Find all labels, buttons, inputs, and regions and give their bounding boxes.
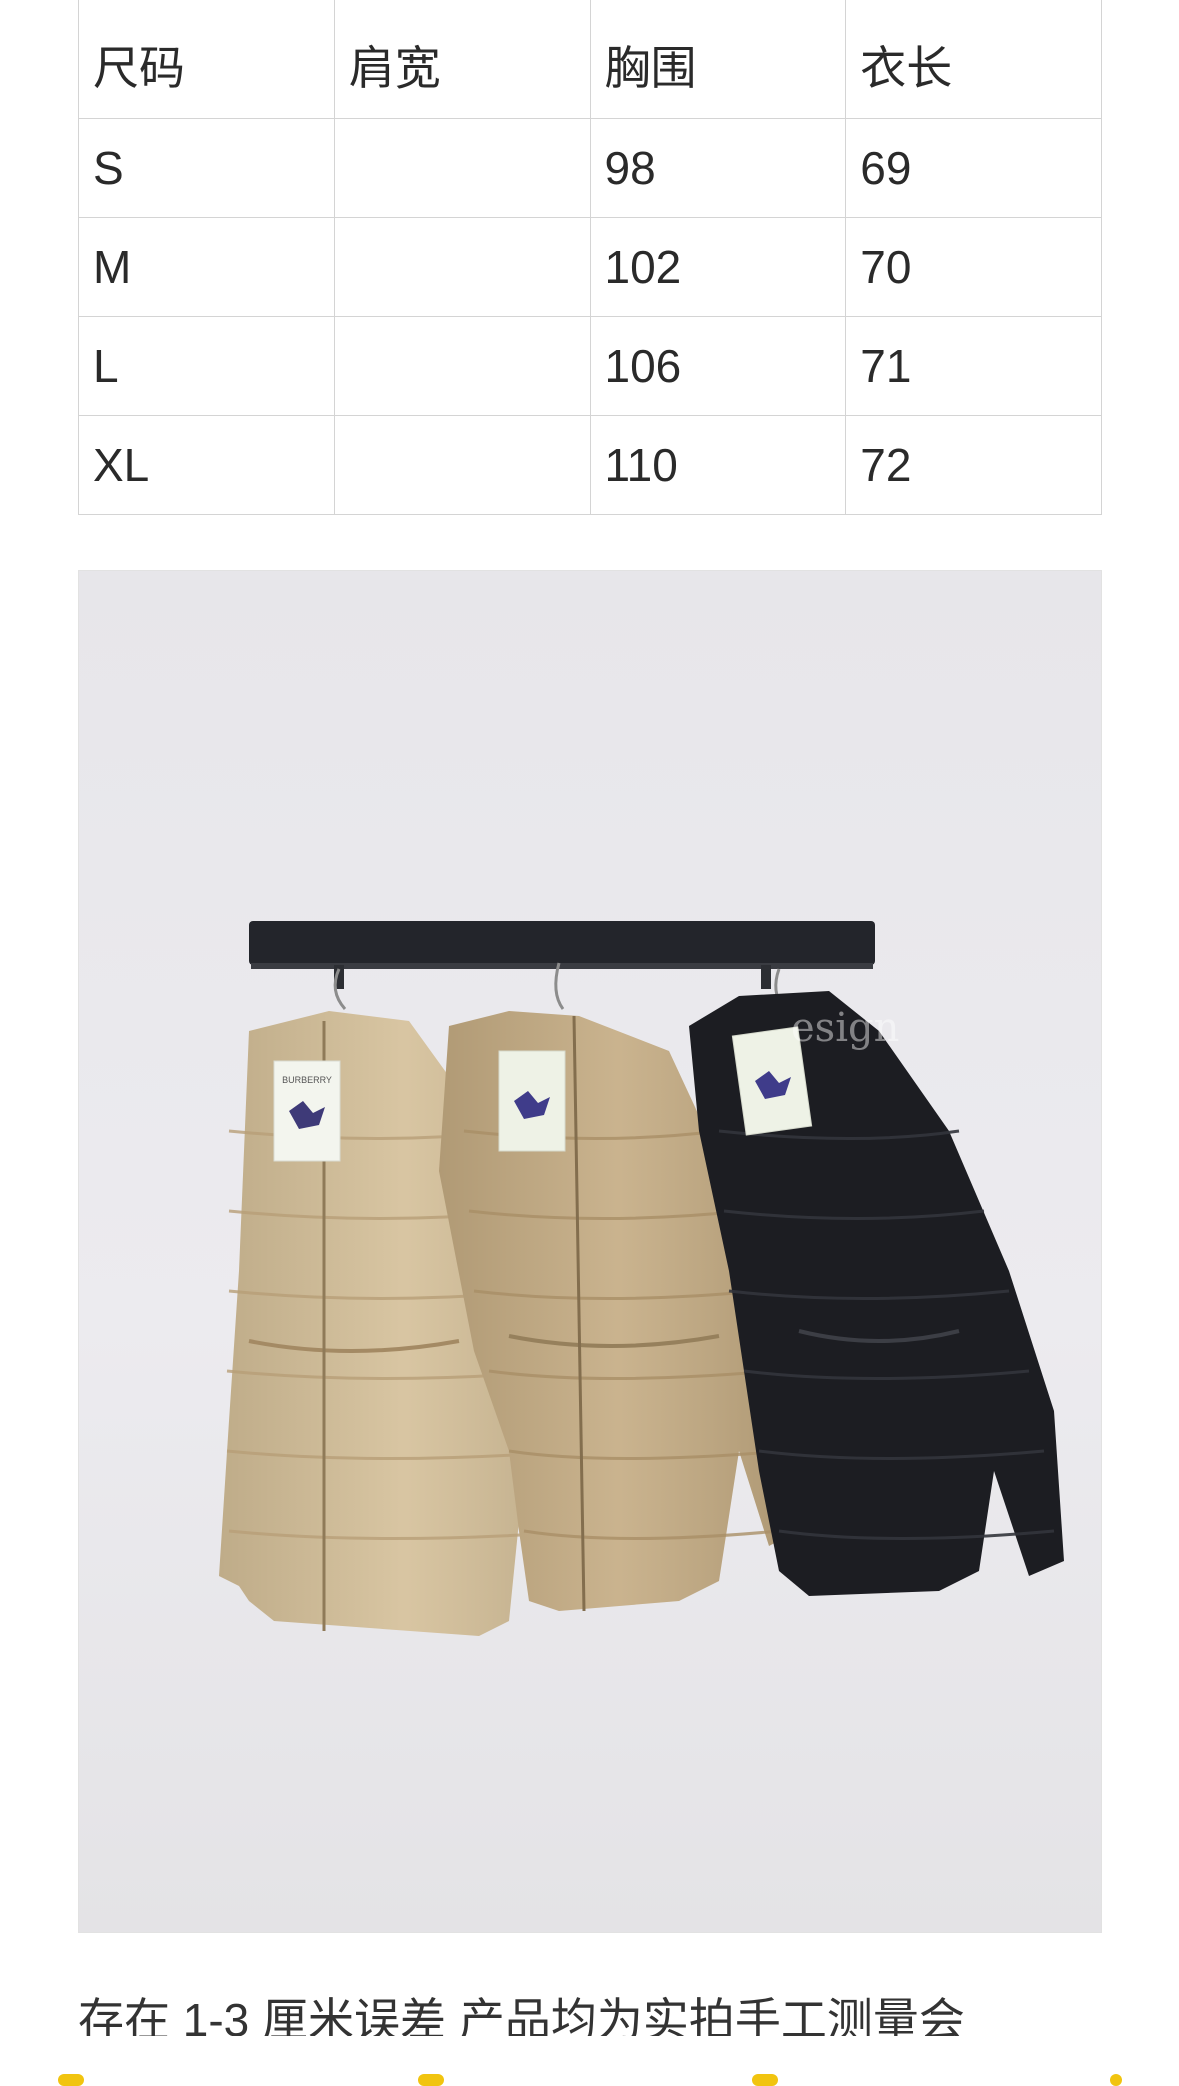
table-row: M 102 70 bbox=[78, 217, 1102, 317]
cell-size: M bbox=[78, 217, 335, 317]
tag-brand-text: BURBERRY bbox=[282, 1075, 332, 1085]
table-row: S 98 69 bbox=[78, 118, 1102, 218]
header-shoulder: 肩宽 bbox=[333, 0, 591, 119]
indicator-dot bbox=[58, 2074, 84, 2086]
header-size: 尺码 bbox=[78, 0, 335, 119]
size-chart-table: 尺码 肩宽 胸围 衣长 S 98 69 M 102 70 L 106 71 XL… bbox=[78, 0, 1102, 515]
watermark-text: esign bbox=[791, 1005, 899, 1051]
cell-chest: 106 bbox=[589, 316, 847, 416]
cell-chest: 102 bbox=[589, 217, 847, 317]
cell-size: XL bbox=[78, 415, 335, 515]
indicator-dot bbox=[1110, 2074, 1122, 2086]
size-chart-header-row: 尺码 肩宽 胸围 衣长 bbox=[78, 0, 1102, 119]
page-indicator bbox=[0, 2060, 1179, 2086]
measurement-note: 存在 1-3 厘米误差 产品均为实拍手工测量会 bbox=[78, 1994, 965, 2036]
cell-length: 69 bbox=[845, 118, 1102, 218]
cell-chest: 110 bbox=[589, 415, 847, 515]
cell-shoulder bbox=[333, 316, 591, 416]
table-row: L 106 71 bbox=[78, 316, 1102, 416]
cell-length: 71 bbox=[845, 316, 1102, 416]
table-row: XL 110 72 bbox=[78, 415, 1102, 515]
indicator-dot bbox=[418, 2074, 444, 2086]
product-photo[interactable]: BURBERRY esign bbox=[78, 570, 1102, 1933]
cell-shoulder bbox=[333, 217, 591, 317]
indicator-dot bbox=[752, 2074, 778, 2086]
cell-chest: 98 bbox=[589, 118, 847, 218]
header-length: 衣长 bbox=[845, 0, 1102, 119]
cell-shoulder bbox=[333, 415, 591, 515]
header-chest: 胸围 bbox=[589, 0, 847, 119]
cell-shoulder bbox=[333, 118, 591, 218]
cell-length: 70 bbox=[845, 217, 1102, 317]
cell-size: S bbox=[78, 118, 335, 218]
cell-size: L bbox=[78, 316, 335, 416]
cell-length: 72 bbox=[845, 415, 1102, 515]
